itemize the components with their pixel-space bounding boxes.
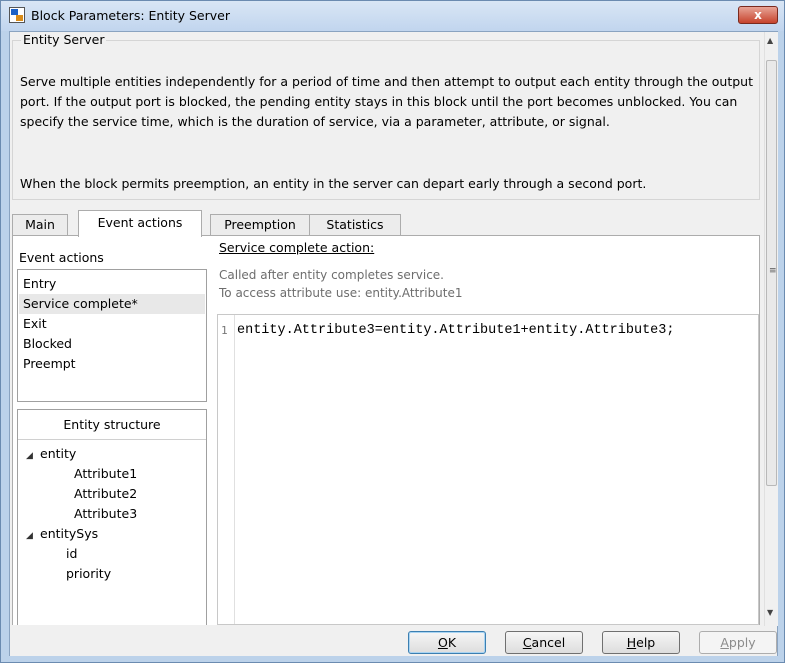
code-editor[interactable]: 1 entity.Attribute3=entity.Attribute1+en…: [217, 314, 759, 625]
expanded-triangle-icon[interactable]: ◢: [26, 526, 40, 546]
tab-preemption[interactable]: Preemption: [210, 214, 310, 236]
line-number-gutter: 1: [218, 315, 235, 624]
cancel-button[interactable]: Cancel: [505, 631, 583, 654]
tree-leaf-attribute1[interactable]: Attribute1: [74, 464, 137, 484]
scroll-thumb[interactable]: ≡: [766, 60, 777, 486]
expanded-triangle-icon[interactable]: ◢: [26, 446, 40, 466]
window-title: Block Parameters: Entity Server: [31, 8, 230, 23]
help-button[interactable]: Help: [602, 631, 680, 654]
block-description: Serve multiple entities independently fo…: [20, 74, 754, 129]
close-button[interactable]: x: [738, 6, 778, 24]
tab-event-actions[interactable]: Event actions: [78, 210, 202, 237]
tree-leaf-attribute3[interactable]: Attribute3: [74, 504, 137, 524]
scroll-up-icon[interactable]: ▲: [767, 36, 773, 45]
title-bar[interactable]: Block Parameters: Entity Server x: [1, 1, 784, 31]
line-number: 1: [221, 324, 228, 337]
tree-node-label: entity: [40, 446, 77, 461]
list-item-service-complete[interactable]: Service complete*: [19, 294, 205, 314]
tree-leaf-attribute2[interactable]: Attribute2: [74, 484, 137, 504]
list-item-blocked[interactable]: Blocked: [19, 334, 205, 354]
scroll-content: Entity Server Serve multiple entities in…: [10, 32, 763, 625]
tree-node-label: entitySys: [40, 526, 99, 541]
entity-structure-header: Entity structure: [18, 410, 206, 440]
ok-button[interactable]: OK: [408, 631, 486, 654]
hint-access-attribute: To access attribute use: entity.Attribut…: [219, 286, 463, 300]
block-parameters-icon: [9, 7, 25, 23]
list-item-exit[interactable]: Exit: [19, 314, 205, 334]
event-actions-label: Event actions: [19, 250, 104, 265]
tab-bar: Main Event actions Preemption Statistics: [12, 210, 760, 237]
hint-called-after: Called after entity completes service.: [219, 268, 444, 282]
tab-statistics[interactable]: Statistics: [309, 214, 401, 236]
button-bar: OK Cancel Help Apply: [10, 626, 777, 656]
code-line[interactable]: entity.Attribute3=entity.Attribute1+enti…: [237, 323, 674, 338]
dialog-window: Block Parameters: Entity Server x Entity…: [0, 0, 785, 663]
dialog-client: Entity Server Serve multiple entities in…: [9, 31, 778, 656]
list-item-preempt[interactable]: Preempt: [19, 354, 205, 374]
entity-structure-panel: Entity structure ◢ entity Attribute1 Attr…: [17, 409, 207, 625]
scroll-down-icon[interactable]: ▼: [767, 608, 773, 617]
grip-icon: ≡: [769, 266, 777, 276]
list-item-entry[interactable]: Entry: [19, 274, 205, 294]
preemption-description: When the block permits preemption, an en…: [20, 176, 647, 191]
vertical-scrollbar[interactable]: ▲ ≡ ▼: [764, 32, 778, 626]
tree-node-entitysys[interactable]: ◢ entitySys: [26, 524, 98, 544]
right-column: Service complete action: Called after en…: [217, 236, 759, 625]
group-title: Entity Server: [21, 32, 107, 47]
service-complete-action-label: Service complete action:: [219, 240, 375, 255]
event-actions-list[interactable]: Entry Service complete* Exit Blocked Pre…: [17, 269, 207, 402]
event-actions-panel: Event actions Entry Service complete* Ex…: [12, 235, 760, 625]
left-column: Event actions Entry Service complete* Ex…: [13, 236, 209, 625]
tab-main[interactable]: Main: [12, 214, 68, 236]
tree-node-entity[interactable]: ◢ entity: [26, 444, 76, 464]
tree-leaf-id[interactable]: id: [66, 544, 77, 564]
apply-button[interactable]: Apply: [699, 631, 777, 654]
tree-leaf-priority[interactable]: priority: [66, 564, 111, 584]
